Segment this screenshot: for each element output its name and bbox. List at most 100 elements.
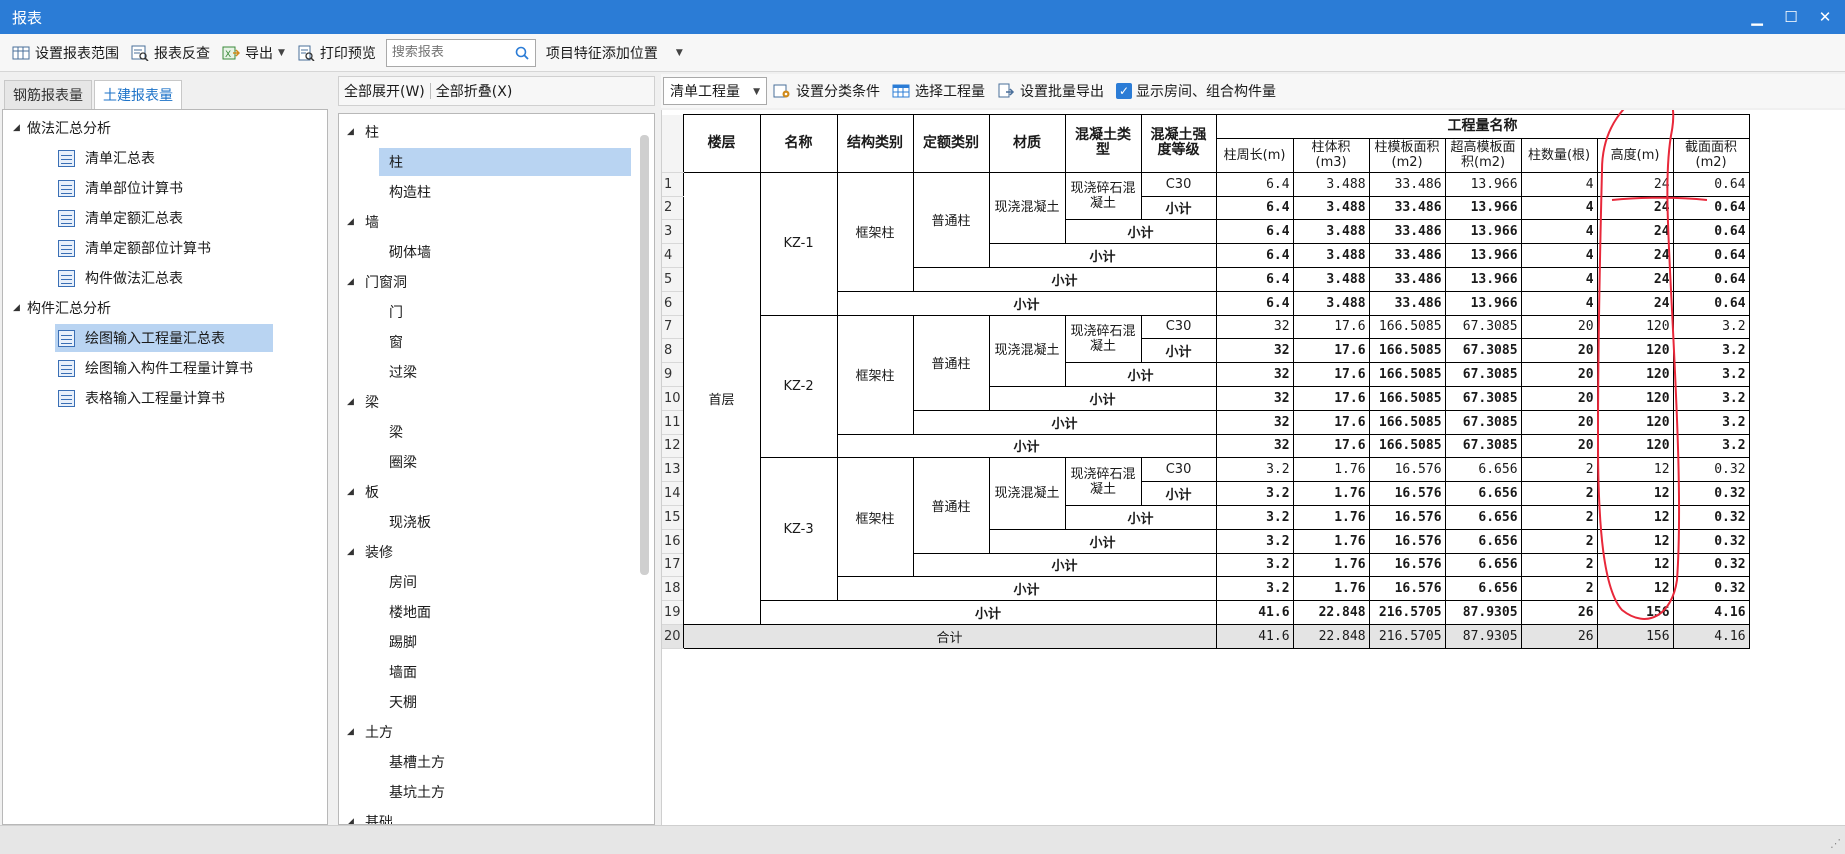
value-cell: 13.966: [1444, 290, 1522, 316]
feature-position-dropdown[interactable]: 项目特征添加位置 ▼: [540, 39, 689, 67]
column-header-struct: 结构类别: [836, 114, 914, 173]
expand-triangle-icon[interactable]: ◢: [347, 487, 361, 497]
total-row[interactable]: 20 合计 41.6 22.848 216.5705 87.9305 26 156 4.16: [662, 623, 1750, 649]
collapse-all-button[interactable]: 全部折叠(X): [431, 81, 518, 101]
struct-type-cell: 框架柱: [836, 171, 914, 292]
close-button[interactable]: ✕: [1808, 0, 1842, 34]
value-cell: 4: [1520, 243, 1598, 268]
value-cell: 0.32: [1672, 528, 1750, 554]
expand-triangle-icon[interactable]: ◢: [347, 127, 361, 137]
value-cell: 6.656: [1444, 457, 1522, 483]
value-cell: 216.5705: [1368, 623, 1446, 649]
tree-group-method-summary[interactable]: ◢ 做法汇总分析: [13, 114, 111, 142]
show-rooms-label: 显示房间、组合构件量: [1136, 84, 1276, 100]
tree-item[interactable]: 表格输入工程量计算书: [58, 384, 225, 412]
expand-all-button[interactable]: 全部展开(W): [339, 81, 430, 101]
report-range-button[interactable]: 设置报表范围: [6, 39, 125, 67]
tree-item[interactable]: 清单定额汇总表: [58, 204, 183, 232]
tree-group-component-summary[interactable]: ◢ 构件汇总分析: [13, 294, 111, 322]
tree-item[interactable]: 现浇板: [389, 508, 431, 536]
tree-category[interactable]: ◢ 土方: [347, 718, 393, 746]
tree-item[interactable]: 窗: [389, 328, 403, 356]
quantity-type-select[interactable]: 清单工程量 ▼: [663, 77, 767, 105]
value-cell: 22.848: [1292, 623, 1370, 649]
header-row: 楼层 名称 结构类别 定额类别 材质 混凝土类型 混凝土强度等级 工程量名称: [662, 114, 1750, 173]
show-rooms-toggle[interactable]: ✓ 显示房间、组合构件量: [1110, 77, 1282, 105]
tree-category[interactable]: ◢ 柱: [347, 118, 379, 146]
tree-item[interactable]: 门: [389, 298, 403, 326]
quota-type-cell: 普通柱: [912, 314, 990, 411]
maximize-button[interactable]: ☐: [1774, 0, 1808, 34]
tree-category[interactable]: ◢ 基础: [347, 808, 393, 824]
resize-grip-icon[interactable]: ⋰: [1830, 837, 1841, 850]
value-cell: 0.64: [1672, 290, 1750, 316]
table-row[interactable]: 19 小计 41.6 22.848 216.5705 87.9305 26 156 4.16: [662, 600, 1750, 625]
print-preview-icon: [298, 45, 315, 61]
expand-triangle-icon[interactable]: ◢: [347, 547, 361, 557]
tree-item[interactable]: 楼地面: [389, 598, 431, 626]
value-cell: 67.3085: [1444, 433, 1522, 459]
choose-quantity-button[interactable]: 选择工程量: [886, 77, 991, 105]
report-search-box[interactable]: [385, 38, 536, 67]
classify-conditions-button[interactable]: 设置分类条件: [767, 77, 886, 105]
expand-triangle-icon[interactable]: ◢: [347, 397, 361, 407]
table-row[interactable]: 1 首层 KZ-1 框架柱 普通柱 现浇混凝土 现浇碎石混凝土 C30 6.4 3.488 33.4…: [662, 171, 1750, 625]
tree-item[interactable]: 房间: [389, 568, 417, 596]
checkbox-checked-icon[interactable]: ✓: [1116, 83, 1132, 99]
tree-item[interactable]: 基坑土方: [389, 778, 445, 806]
value-cell: 4: [1520, 266, 1598, 292]
value-cell: 120: [1596, 314, 1674, 340]
tree-item-selected[interactable]: 柱: [379, 148, 631, 176]
value-cell: 2: [1520, 552, 1598, 578]
expand-triangle-icon[interactable]: ◢: [347, 817, 361, 824]
expand-triangle-icon[interactable]: ◢: [13, 303, 27, 313]
search-icon[interactable]: [515, 46, 529, 60]
tree-item[interactable]: 基槽土方: [389, 748, 445, 776]
tree-item[interactable]: 砌体墙: [389, 238, 431, 266]
tree-item[interactable]: 圈梁: [389, 448, 417, 476]
tree-category[interactable]: ◢ 装修: [347, 538, 393, 566]
print-preview-button[interactable]: 打印预览: [291, 39, 382, 67]
report-type-tabs: 钢筋报表量 土建报表量: [4, 80, 184, 110]
tree-item[interactable]: 清单部位计算书: [58, 174, 183, 202]
tree-item[interactable]: 天棚: [389, 688, 417, 716]
expand-triangle-icon[interactable]: ◢: [347, 217, 361, 227]
tree-category[interactable]: ◢ 墙: [347, 208, 379, 236]
tree-category[interactable]: ◢ 梁: [347, 388, 379, 416]
tree-item[interactable]: 踢脚: [389, 628, 417, 656]
tree-item[interactable]: 构造柱: [389, 178, 431, 206]
value-cell: 33.486: [1368, 195, 1446, 221]
tree-item[interactable]: 绘图输入构件工程量计算书: [58, 354, 253, 382]
report-search-input[interactable]: [391, 45, 507, 60]
tree-item[interactable]: 墙面: [389, 658, 417, 686]
tree-category[interactable]: ◢ 门窗洞: [347, 268, 407, 296]
value-cell: 16.576: [1368, 576, 1446, 602]
table-row[interactable]: 7 KZ-2 框架柱 普通柱 现浇混凝土 现浇碎石混凝土 C30 32 17.6 166.5085…: [662, 314, 1750, 459]
value-cell: 33.486: [1368, 219, 1446, 245]
tree-item[interactable]: 清单定额部位计算书: [58, 234, 211, 262]
value-cell: 13.966: [1444, 266, 1522, 292]
tree-item[interactable]: 过梁: [389, 358, 417, 386]
classify-conditions-label: 设置分类条件: [796, 84, 880, 100]
tree-item[interactable]: 梁: [389, 418, 403, 446]
expand-triangle-icon[interactable]: ◢: [13, 123, 27, 133]
expand-triangle-icon[interactable]: ◢: [347, 277, 361, 287]
value-cell: 24: [1596, 290, 1674, 316]
report-reverse-button[interactable]: 报表反查: [125, 39, 216, 67]
tab-civil-report[interactable]: 土建报表量: [94, 80, 182, 110]
tree-item-selected[interactable]: 绘图输入工程量汇总表: [55, 324, 273, 352]
value-cell: 17.6: [1292, 362, 1370, 387]
row-number: 15: [662, 505, 684, 530]
export-button[interactable]: X 导出 ▼: [216, 39, 291, 67]
tree-item[interactable]: 清单汇总表: [58, 144, 155, 172]
value-cell: 4: [1520, 219, 1598, 245]
tree-scrollbar[interactable]: [640, 135, 649, 575]
expand-triangle-icon[interactable]: ◢: [347, 727, 361, 737]
minimize-button[interactable]: ▁: [1740, 0, 1774, 34]
table-row[interactable]: 13 KZ-3 框架柱 普通柱 现浇混凝土 现浇碎石混凝土 C30 3.2 1.76 16.576…: [662, 457, 1750, 602]
tree-category[interactable]: ◢ 板: [347, 478, 379, 506]
tab-rebar-report[interactable]: 钢筋报表量: [4, 80, 92, 110]
tree-item[interactable]: 构件做法汇总表: [58, 264, 183, 292]
batch-export-button[interactable]: 设置批量导出: [991, 77, 1110, 105]
component-type-tree: ◢ 柱柱构造柱 ◢ 墙砌体墙 ◢ 门窗洞门窗过梁 ◢ 梁梁圈梁 ◢ 板现浇板 ◢ 装修 房间 楼地面 踢脚墙…: [338, 113, 655, 825]
